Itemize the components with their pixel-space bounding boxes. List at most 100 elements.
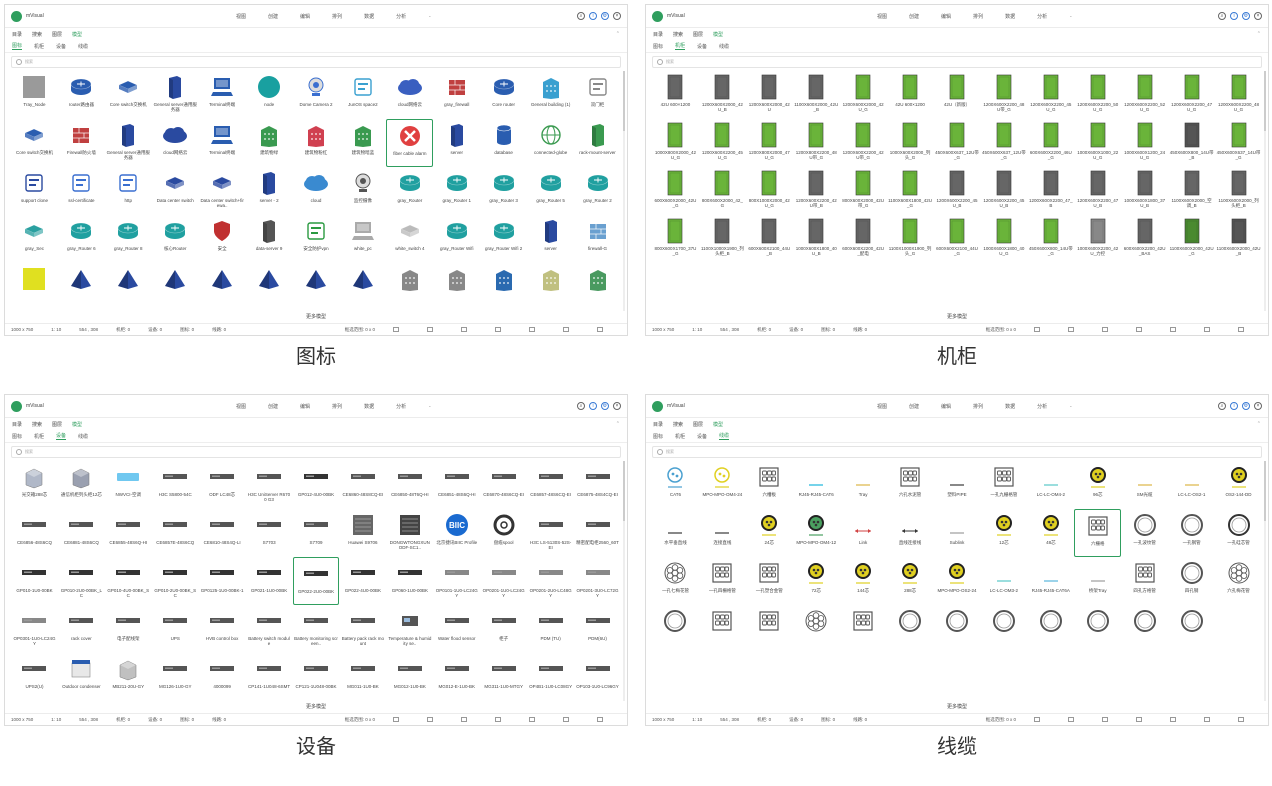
redo-icon[interactable] [1102, 717, 1108, 722]
model-item[interactable]: connected-globe [527, 119, 574, 167]
zoom-out-icon[interactable] [529, 327, 535, 332]
close-icon[interactable]: × [613, 402, 621, 410]
model-item[interactable]: MPO-MPO-OM4-12 [793, 509, 840, 557]
nav-tab[interactable]: 目录 [12, 421, 22, 428]
model-item[interactable]: 1200X600X2200_50U_G [1074, 71, 1121, 119]
model-item[interactable]: 四孔方格管 [1121, 557, 1168, 605]
scrollbar[interactable] [623, 71, 625, 311]
info-icon[interactable]: i [1230, 402, 1238, 410]
model-item[interactable]: 核心Router [152, 215, 199, 263]
zoom-in-icon[interactable] [563, 327, 569, 332]
model-item[interactable]: Tray [840, 461, 887, 509]
model-item[interactable]: 1200X600X2200_52U_G [1121, 71, 1168, 119]
scrollbar-thumb[interactable] [1264, 461, 1266, 521]
model-item[interactable]: 1100X600X2000_42U_B [1215, 215, 1262, 263]
model-item[interactable]: gray_Router 3 [480, 167, 527, 215]
model-item[interactable]: 1200X600X2200_42U带_G [840, 119, 887, 167]
model-item[interactable]: Data center switch+firewa.. [199, 167, 246, 215]
model-item[interactable]: database [480, 119, 527, 167]
model-item[interactable]: CAT6 [652, 461, 699, 509]
menu-item[interactable]: 分析 [1037, 13, 1047, 20]
scrollbar[interactable] [623, 461, 625, 701]
model-item[interactable]: GP022-4U0-00BK [339, 557, 386, 605]
model-item[interactable]: white_switch 4 [386, 215, 433, 263]
model-item[interactable]: 建筑物暗蓝 [339, 119, 386, 167]
redo-icon[interactable] [461, 327, 467, 332]
model-item[interactable] [246, 263, 293, 311]
model-item[interactable] [293, 263, 340, 311]
model-item[interactable]: MG012-E-1U0-BK [433, 653, 480, 701]
model-item[interactable]: 600X600X2100_44U_B [746, 215, 793, 263]
menu-item[interactable]: 创建 [268, 13, 278, 20]
settings-icon[interactable]: ⚙ [601, 402, 609, 410]
model-item[interactable]: RJ45-RJ45-CAT6A [1027, 557, 1074, 605]
model-item[interactable]: white_pc [339, 215, 386, 263]
collapse-icon[interactable]: ⌃ [1257, 31, 1261, 37]
model-item[interactable]: Terminal终端 [199, 71, 246, 119]
model-item[interactable] [746, 605, 793, 653]
fullscreen-icon[interactable] [597, 717, 603, 722]
model-item[interactable]: 1000X600X2000_列头_G [887, 119, 934, 167]
info-icon[interactable]: i [589, 402, 597, 410]
menu-item[interactable]: 分析 [1037, 403, 1047, 410]
model-item[interactable]: 1100X600X2000_空调_B [1168, 167, 1215, 215]
model-item[interactable]: 42U（新版） [934, 71, 981, 119]
model-item[interactable]: 四孔钢 [1168, 557, 1215, 605]
model-item[interactable] [199, 263, 246, 311]
model-item[interactable]: 六槽板 [746, 461, 793, 509]
nav-tab[interactable]: 模型 [713, 421, 723, 428]
model-item[interactable]: 直线连接线 [887, 509, 934, 557]
model-item[interactable] [11, 263, 58, 311]
model-item[interactable]: GP010-4U0-00BK_SC [105, 557, 152, 605]
fit-icon[interactable] [495, 717, 501, 722]
menu-item[interactable]: 创建 [909, 403, 919, 410]
model-item[interactable]: 450X600X637_14U带_G [1215, 119, 1262, 167]
tab-model-category[interactable]: 图标 [12, 42, 23, 50]
nav-tab[interactable]: 模型 [72, 31, 82, 38]
model-item[interactable]: CE6881-48S6CQ [58, 509, 105, 557]
model-item[interactable] [887, 605, 934, 653]
model-item[interactable]: gray_Router 6 [58, 215, 105, 263]
model-item[interactable]: 1100X1000X1900_列头_G [887, 215, 934, 263]
model-item[interactable] [339, 263, 386, 311]
close-icon[interactable]: × [1254, 12, 1262, 20]
model-item[interactable]: 1200X600X2200_45U_G [1027, 71, 1074, 119]
nav-tab[interactable]: 图层 [693, 421, 703, 428]
model-item[interactable] [1121, 605, 1168, 653]
zoom-in-icon[interactable] [1204, 327, 1210, 332]
tab-model-category[interactable]: 机柜 [34, 43, 44, 50]
model-item[interactable]: gray_Router 2 [574, 167, 621, 215]
model-item[interactable]: 600X600X2000_42U_G [652, 167, 699, 215]
search-icon[interactable]: ⌕ [1218, 12, 1226, 20]
model-item[interactable]: CP121-1U048-00BK [293, 653, 340, 701]
model-item[interactable]: 450X600X637_12U带_G [934, 119, 981, 167]
collapse-icon[interactable]: ⌃ [1257, 421, 1261, 427]
model-item[interactable]: OP0201-1U0-LC24GY [480, 557, 527, 605]
model-item[interactable] [1168, 605, 1215, 653]
model-item[interactable]: CE6810-48S4Q-LI [199, 509, 246, 557]
model-item[interactable]: CE6857-48S6CQ-EI [527, 461, 574, 509]
more-models-link[interactable]: 更多模型 [5, 703, 627, 710]
scrollbar-thumb[interactable] [623, 461, 625, 521]
model-item[interactable]: 24芯 [746, 509, 793, 557]
model-item[interactable]: 1000X600X2200_42U_力控 [1074, 215, 1121, 263]
model-item[interactable]: Huawei S9706 [339, 509, 386, 557]
model-item[interactable]: fiber cable alarm [386, 119, 434, 167]
tab-model-category[interactable]: 机柜 [34, 433, 44, 440]
model-item[interactable]: rack-mount-server [574, 119, 621, 167]
model-item[interactable]: 双门柜 [574, 71, 621, 119]
model-item[interactable]: 1200X800X2200_48U带_G [793, 119, 840, 167]
model-item[interactable]: OP0201-3U0-LC72GY [574, 557, 621, 605]
nav-tab[interactable]: 目录 [653, 421, 663, 428]
nav-tab[interactable]: 图层 [693, 31, 703, 38]
model-item[interactable]: data-server 9 [246, 215, 293, 263]
model-item[interactable]: ssl-certificate [58, 167, 105, 215]
model-item[interactable]: PDM(6U) [574, 605, 621, 653]
model-item[interactable]: 1000X600X1200_24U_G [1121, 119, 1168, 167]
model-item[interactable] [652, 605, 699, 653]
model-item[interactable]: UPS2(U) [11, 653, 58, 701]
model-item[interactable]: Sublink [934, 509, 981, 557]
model-item[interactable]: 1000X800X2000_42U_G [652, 119, 699, 167]
model-item[interactable]: 1200X600X2200_45U_B [934, 167, 981, 215]
model-item[interactable]: Dome Camera 2 [293, 71, 340, 119]
